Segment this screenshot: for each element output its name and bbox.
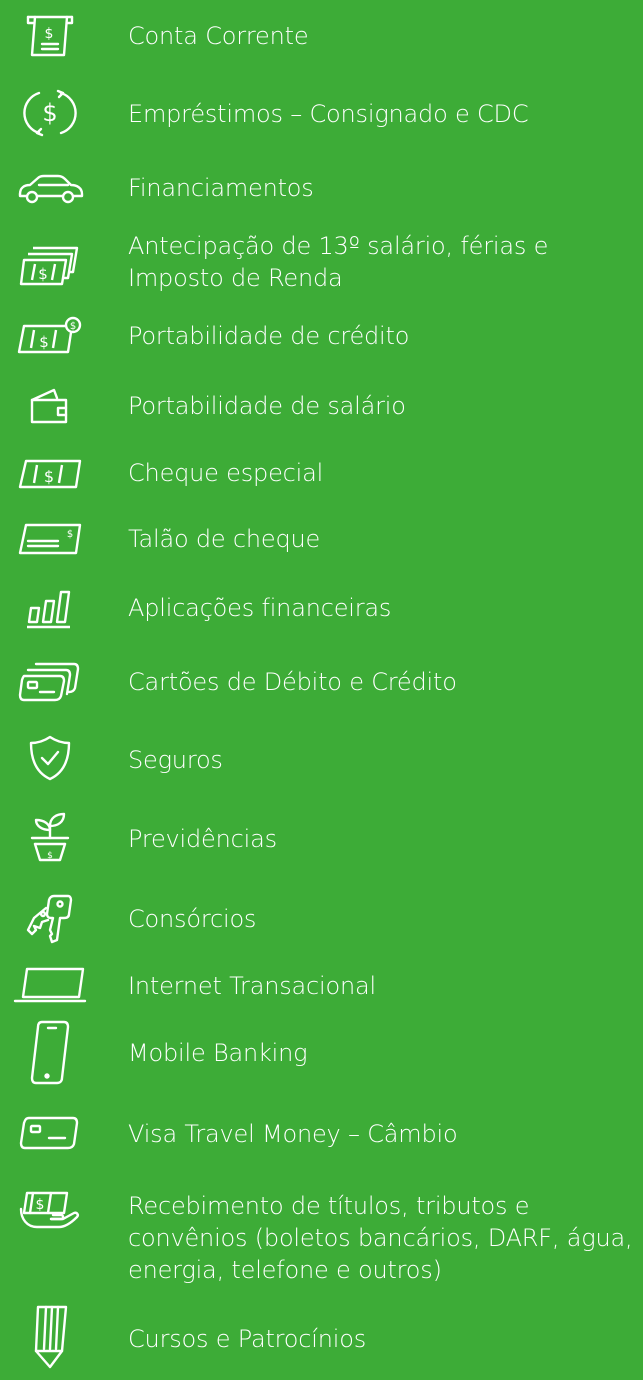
services-list: $ Conta Corrente $ Empréstimos – Consign… (0, 0, 643, 1380)
banknotes-stack-icon: $ (10, 236, 90, 292)
list-item-label: Aplicações financeiras (128, 594, 392, 622)
pencil-icon (10, 1302, 90, 1374)
list-item-label: Cartões de Débito e Crédito (128, 668, 457, 696)
list-item-label: Seguros (128, 746, 223, 774)
list-item-label: Recebimento de títulos, tributos e convê… (128, 1192, 633, 1284)
svg-text:$: $ (36, 1197, 45, 1213)
banknote-coin-icon: $ $ (10, 308, 90, 364)
car-icon (10, 160, 90, 216)
list-item-label: Talão de cheque (128, 525, 321, 553)
svg-text:$: $ (47, 851, 53, 861)
checkbook-icon: $ (10, 511, 90, 567)
plant-pot-icon: $ (10, 810, 90, 866)
laptop-icon (10, 958, 90, 1014)
keys-icon (10, 890, 90, 946)
svg-text:$: $ (70, 321, 76, 332)
wallet-icon (10, 378, 90, 434)
list-item-label: Portabilidade de crédito (128, 322, 410, 350)
list-item-label: Conta Corrente (128, 22, 309, 50)
hand-money-icon: $ (10, 1184, 90, 1240)
banknote-icon: $ (10, 445, 90, 501)
card-icon (10, 1106, 90, 1162)
svg-text:$: $ (39, 333, 49, 351)
list-item-label: Internet Transacional (128, 972, 376, 1000)
list-item-label: Consórcios (128, 905, 257, 933)
list-item-label: Visa Travel Money – Câmbio (128, 1120, 458, 1148)
list-item-label: Portabilidade de salário (128, 392, 406, 420)
list-item-label: Cursos e Patrocínios (128, 1325, 367, 1353)
cards-icon (10, 654, 90, 710)
bar-chart-icon (10, 580, 90, 636)
list-item-label: Antecipação de 13º salário, férias e Imp… (128, 232, 549, 292)
atm-cash-icon: $ (10, 8, 90, 64)
list-item-label: Financiamentos (128, 174, 314, 202)
svg-text:$: $ (45, 26, 54, 42)
list-item-label: Mobile Banking (128, 1039, 308, 1067)
svg-text:$: $ (44, 467, 54, 486)
list-item-label: Empréstimos – Consignado e CDC (128, 100, 529, 128)
smartphone-icon (10, 1018, 90, 1088)
list-item-label: Previdências (128, 825, 277, 853)
list-item-label: Cheque especial (128, 459, 324, 487)
shield-check-icon (10, 730, 90, 786)
svg-text:$: $ (38, 265, 48, 283)
svg-text:$: $ (67, 529, 73, 540)
dollar-refresh-icon: $ (10, 85, 90, 141)
svg-text:$: $ (42, 99, 57, 127)
